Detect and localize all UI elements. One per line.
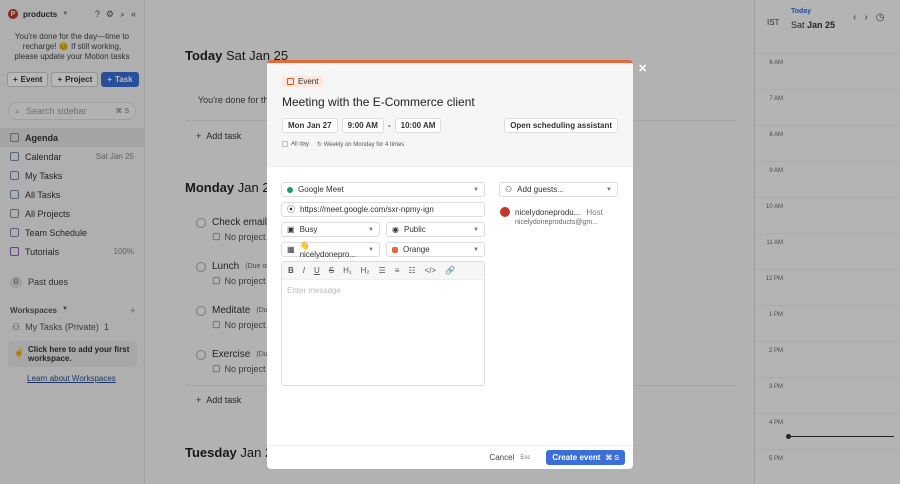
underline-icon[interactable]: U	[314, 266, 320, 275]
eye-icon: ◉	[392, 225, 399, 234]
google-meet-icon	[287, 186, 293, 193]
numbered-list-icon[interactable]: ≡	[395, 266, 400, 275]
chevron-down-icon: ▼	[606, 186, 612, 193]
close-icon[interactable]: ✕	[638, 62, 647, 75]
all-day-checkbox[interactable]: All day	[282, 141, 309, 148]
busy-select[interactable]: ▣ Busy ▼	[281, 222, 380, 237]
chevron-down-icon: ▼	[368, 246, 374, 253]
briefcase-icon: ▣	[287, 225, 295, 234]
open-scheduling-assistant-button[interactable]: Open scheduling assistant	[504, 118, 618, 133]
date-picker[interactable]: Mon Jan 27	[282, 118, 338, 133]
link-icon[interactable]: 🔗	[445, 266, 455, 275]
heading2-icon[interactable]: H₂	[361, 266, 370, 275]
calendar-select[interactable]: ▦ 👋 nicelydonepro... ▼	[281, 241, 380, 259]
message-input[interactable]: Enter message	[282, 280, 484, 301]
esc-shortcut: Esc	[520, 454, 531, 461]
create-event-button[interactable]: Create event ⌘ S	[546, 450, 625, 465]
color-select[interactable]: Orange ▼	[386, 242, 485, 257]
meet-link-field[interactable]: ⦿ https://meet.google.com/sxr-npmy-ign	[281, 202, 485, 217]
end-time-picker[interactable]: 10:00 AM	[394, 118, 442, 133]
conferencing-select[interactable]: Google Meet ▼	[281, 182, 485, 197]
code-icon[interactable]: </>	[425, 266, 437, 275]
strikethrough-icon[interactable]: S	[329, 266, 334, 275]
host-badge: Host	[586, 208, 603, 217]
heading1-icon[interactable]: H₁	[343, 266, 351, 275]
description-editor[interactable]: B I U S H₁ H₂ ☰ ≡ ☷ </> 🔗 Enter message	[281, 261, 485, 386]
event-modal: Event Meeting with the E-Commerce client…	[267, 60, 633, 469]
editor-toolbar: B I U S H₁ H₂ ☰ ≡ ☷ </> 🔗	[282, 262, 484, 280]
modal-footer: Cancel Esc Create event ⌘ S	[267, 445, 633, 469]
event-title-input[interactable]: Meeting with the E-Commerce client	[282, 95, 618, 109]
calendar-icon: ▦	[287, 245, 295, 254]
visibility-select[interactable]: ◉ Public ▼	[386, 222, 485, 237]
guest-email: nicelydoneproducts@gm...	[515, 219, 598, 226]
checklist-icon[interactable]: ☷	[408, 266, 415, 275]
chevron-down-icon: ▼	[473, 226, 479, 233]
guest-row: nicelydoneprodu... Host nicelydoneproduct…	[500, 207, 603, 226]
italic-icon[interactable]: I	[303, 266, 305, 275]
bullet-list-icon[interactable]: ☰	[379, 266, 386, 275]
chevron-down-icon: ▼	[473, 186, 479, 193]
avatar	[500, 207, 510, 217]
start-time-picker[interactable]: 9:00 AM	[341, 118, 384, 133]
users-icon: ⚇	[505, 185, 513, 194]
add-guests-select[interactable]: ⚇ Add guests... ▼	[499, 182, 618, 197]
event-type-badge[interactable]: Event	[282, 76, 324, 87]
checkbox-icon	[282, 141, 288, 148]
cancel-button[interactable]: Cancel	[489, 453, 514, 462]
location-icon: ⦿	[287, 205, 295, 214]
bold-icon[interactable]: B	[288, 266, 294, 275]
chevron-down-icon: ▼	[473, 246, 479, 253]
color-swatch	[392, 246, 398, 253]
recurrence-selector[interactable]: ↻ Weekly on Monday for 4 times	[317, 141, 404, 148]
repeat-icon: ↻	[317, 142, 324, 148]
calendar-icon	[287, 78, 294, 85]
chevron-down-icon: ▼	[368, 226, 374, 233]
